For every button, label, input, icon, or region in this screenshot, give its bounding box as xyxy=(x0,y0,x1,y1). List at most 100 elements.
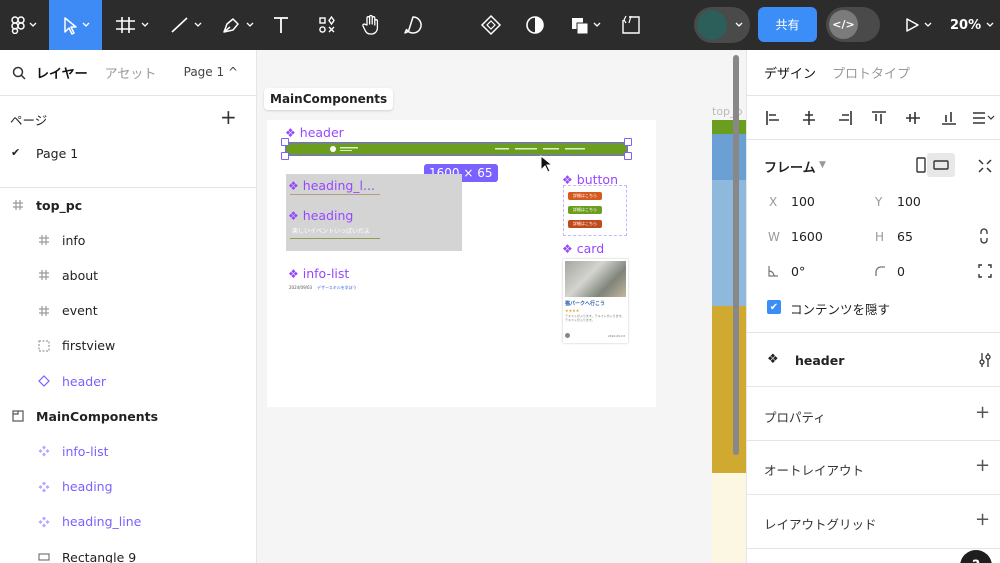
layer-item-about[interactable]: about xyxy=(0,261,256,289)
resize-handle[interactable] xyxy=(281,138,289,146)
align-left-icon[interactable] xyxy=(765,110,781,126)
multiplayer-avatars[interactable] xyxy=(694,7,750,43)
add-page-button[interactable]: + xyxy=(220,105,237,129)
line-tool-button[interactable] xyxy=(164,0,208,50)
canvas[interactable]: MainComponents ❖ header 1600 × 65 ❖ head… xyxy=(257,50,746,563)
resources-icon xyxy=(319,15,335,33)
layer-item-firstview[interactable]: firstview xyxy=(0,332,256,360)
align-right-icon[interactable] xyxy=(837,110,853,126)
move-tool-button[interactable] xyxy=(49,0,102,50)
button-variant[interactable]: 詳細はこちら xyxy=(568,220,602,228)
mask-button[interactable] xyxy=(520,0,550,50)
distribute-icon[interactable] xyxy=(971,110,995,126)
comment-tool-button[interactable] xyxy=(398,0,428,50)
layer-label: heading xyxy=(62,479,113,495)
info-list-component-label[interactable]: ❖ info-list xyxy=(288,266,349,281)
component-tool-button[interactable] xyxy=(476,0,506,50)
main-menu-button[interactable] xyxy=(4,0,44,50)
resources-button[interactable] xyxy=(312,0,342,50)
card-stars: ★★★★ xyxy=(565,308,580,313)
align-vertical-center-icon[interactable] xyxy=(905,110,921,126)
width-input[interactable]: 1600 xyxy=(791,229,823,244)
resize-handle[interactable] xyxy=(281,152,289,160)
layer-label: Rectangle 9 xyxy=(62,549,137,563)
rotation-input[interactable]: 0° xyxy=(791,264,805,279)
layer-item-top-pc[interactable]: top_pc xyxy=(0,191,256,219)
landscape-orientation-button[interactable] xyxy=(927,153,955,177)
search-icon[interactable] xyxy=(12,66,26,80)
layer-item-heading[interactable]: heading xyxy=(0,473,256,501)
add-property-button[interactable]: + xyxy=(975,402,990,423)
layer-item-header[interactable]: header xyxy=(0,367,256,395)
rectangle-icon xyxy=(37,550,51,563)
frame-tool-button[interactable] xyxy=(110,0,154,50)
component-name[interactable]: header xyxy=(795,353,844,368)
properties-section-title[interactable]: プロパティ xyxy=(764,407,826,426)
corner-radius-input[interactable]: 0 xyxy=(897,264,905,279)
tab-layers[interactable]: レイヤー xyxy=(36,63,88,82)
layer-item-info[interactable]: info xyxy=(0,226,256,254)
boolean-button[interactable] xyxy=(566,0,606,50)
fit-resize-icon[interactable] xyxy=(977,158,993,174)
dev-mode-toggle[interactable]: </> xyxy=(826,7,880,42)
align-bottom-icon[interactable] xyxy=(941,110,957,126)
component-diamond-icon xyxy=(480,14,502,36)
instance-icon: ❖ xyxy=(767,352,779,367)
independent-corners-icon[interactable] xyxy=(978,264,992,278)
heading-component-label[interactable]: ❖ heading xyxy=(288,208,353,223)
y-input[interactable]: 100 xyxy=(897,194,921,209)
canvas-scrollbar[interactable] xyxy=(733,55,739,455)
card-component-label[interactable]: ❖ card xyxy=(562,241,604,256)
layer-item-info-list[interactable]: info-list xyxy=(0,437,256,465)
x-input[interactable]: 100 xyxy=(791,194,815,209)
pen-tool-button[interactable] xyxy=(216,0,260,50)
help-button[interactable]: ? xyxy=(960,550,992,563)
heading-line-preview xyxy=(290,194,380,195)
toolbar: 共有 </> 20% xyxy=(0,0,1000,50)
layer-item-maincomponents[interactable]: MainComponents xyxy=(0,402,256,430)
zoom-menu[interactable]: 20% xyxy=(950,0,998,50)
layer-label: info-list xyxy=(62,443,109,459)
tab-assets[interactable]: アセット xyxy=(105,63,157,82)
frame-section-title[interactable]: フレーム xyxy=(764,157,816,176)
resize-handle[interactable] xyxy=(624,138,632,146)
adjust-sliders-icon[interactable] xyxy=(978,352,992,368)
layer-item-rectangle-9[interactable]: Rectangle 9 xyxy=(0,543,256,563)
card-avatar xyxy=(565,333,570,338)
align-horizontal-center-icon[interactable] xyxy=(801,110,817,126)
constrain-proportions-icon[interactable] xyxy=(978,228,990,244)
layer-label: event xyxy=(62,303,98,319)
dev-resources-button[interactable] xyxy=(616,0,646,50)
text-tool-button[interactable] xyxy=(266,0,296,50)
button-variant[interactable]: 詳細はこちら xyxy=(568,192,602,200)
avatar[interactable] xyxy=(697,10,727,40)
frame-name-tag[interactable]: MainComponents xyxy=(264,88,394,110)
page-item[interactable]: ✔ Page 1 xyxy=(0,142,256,164)
resize-handle[interactable] xyxy=(624,152,632,160)
tab-prototype[interactable]: プロトタイプ xyxy=(832,63,910,82)
button-variant[interactable]: 詳細はこちら xyxy=(568,206,602,214)
layer-item-heading-line[interactable]: heading_line xyxy=(0,508,256,536)
page-selector[interactable]: Page 1 ^ xyxy=(184,65,238,79)
tab-design[interactable]: デザイン xyxy=(764,63,816,82)
component-section-divider xyxy=(747,333,1000,387)
share-button[interactable]: 共有 xyxy=(758,7,817,42)
layout-grid-section-title[interactable]: レイアウトグリッド xyxy=(764,514,877,533)
header-component-label[interactable]: ❖ header xyxy=(285,125,344,140)
component-icon xyxy=(37,444,51,458)
height-input[interactable]: 65 xyxy=(897,229,913,244)
layer-item-event[interactable]: event xyxy=(0,297,256,325)
hand-tool-button[interactable] xyxy=(356,0,386,50)
align-top-icon[interactable] xyxy=(871,110,887,126)
top-pc-frame-preview[interactable] xyxy=(712,120,746,563)
card-component[interactable]: 猫パークへ行こう ★★★★ テキストが入ります。テキストが入ります。テキストが入… xyxy=(563,259,628,343)
add-auto-layout-button[interactable]: + xyxy=(975,455,990,476)
heading-line-component-label[interactable]: ❖ heading_l... xyxy=(288,178,375,193)
frame-icon xyxy=(37,233,51,247)
add-layout-grid-button[interactable]: + xyxy=(975,509,990,530)
present-button[interactable] xyxy=(896,0,940,50)
clip-content-checkbox[interactable]: ✔ xyxy=(767,300,781,314)
zoom-level: 20% xyxy=(950,17,982,33)
button-variants-set[interactable]: 詳細はこちら 詳細はこちら 詳細はこちら xyxy=(563,185,627,236)
auto-layout-section-title[interactable]: オートレイアウト xyxy=(764,460,864,479)
